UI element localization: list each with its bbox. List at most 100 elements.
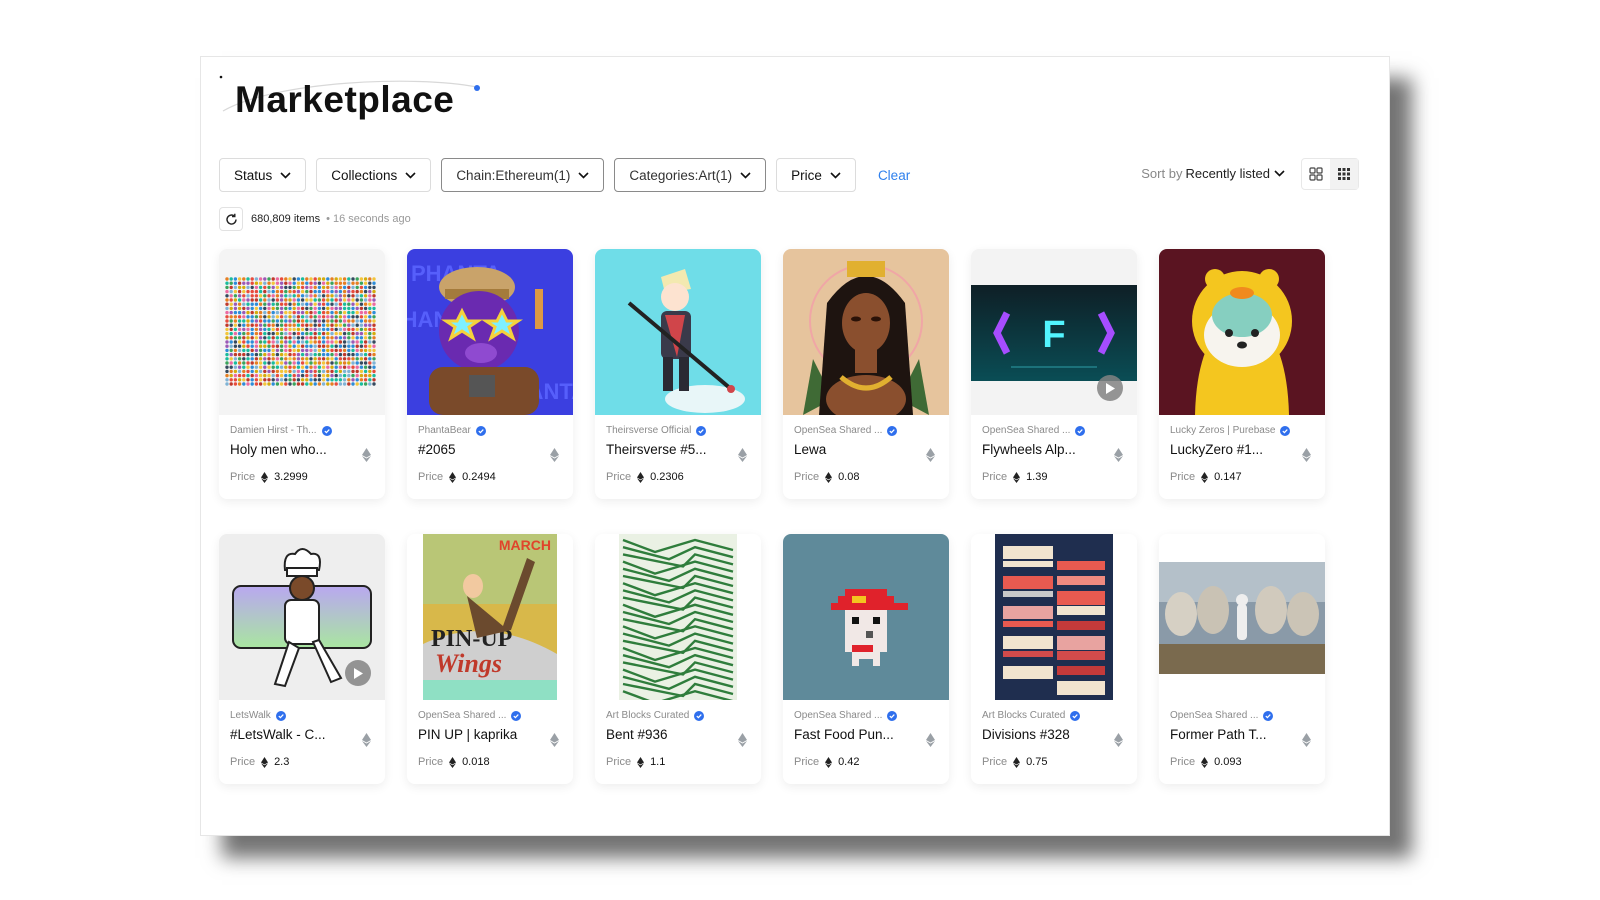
nft-image[interactable]	[219, 534, 385, 700]
nft-card-info: LetsWalk #LetsWalk - C... Price 2.3	[219, 700, 385, 784]
price-label: Price	[1170, 471, 1196, 483]
chevron-down-icon	[280, 171, 291, 179]
large-grid-view-button[interactable]	[1302, 159, 1330, 189]
price-value: 0.093	[1214, 756, 1242, 768]
eth-icon	[1302, 448, 1311, 462]
collection-name[interactable]: Art Blocks Curated	[606, 710, 751, 721]
nft-price: Price 1.1	[606, 756, 665, 768]
collection-name[interactable]: OpenSea Shared ...	[1170, 710, 1315, 721]
price-label: Price	[418, 471, 444, 483]
nft-card-info: OpenSea Shared ... PIN UP | kaprika Pric…	[407, 700, 573, 784]
nft-price: Price 0.018	[418, 756, 490, 768]
nft-name: Former Path T...	[1170, 727, 1267, 742]
verified-badge-icon	[1075, 425, 1086, 436]
price-value: 0.018	[462, 756, 490, 768]
collection-name[interactable]: OpenSea Shared ...	[794, 710, 939, 721]
price-value: 0.08	[838, 471, 860, 483]
nft-price: Price 1.39	[982, 471, 1047, 483]
verified-badge-icon	[475, 425, 486, 436]
collection-label: OpenSea Shared ...	[794, 710, 883, 721]
nft-card[interactable]: Theirsverse Official Theirsverse #5... P…	[595, 249, 761, 499]
verified-badge-icon	[275, 710, 286, 721]
verified-badge-icon	[694, 710, 705, 721]
play-button[interactable]	[345, 660, 371, 686]
nft-image[interactable]	[1159, 249, 1325, 415]
status-filter[interactable]: Status	[219, 158, 307, 192]
verified-badge-icon	[321, 425, 332, 436]
nft-image[interactable]	[595, 534, 761, 700]
nft-name: Flywheels Alp...	[982, 442, 1076, 457]
last-updated: • 16 seconds ago	[326, 213, 411, 225]
nft-card-info: Lucky Zeros | Purebase LuckyZero #1... P…	[1159, 415, 1325, 499]
collections-filter[interactable]: Collections	[316, 158, 432, 192]
price-label: Price	[1170, 756, 1196, 768]
collection-name[interactable]: Damien Hirst - Th...	[230, 425, 375, 436]
clear-filters-link[interactable]: Clear	[878, 168, 910, 183]
nft-card[interactable]: PHANTA PHANTA PHANTA PhantaBear #2065 Pr…	[407, 249, 573, 499]
play-icon	[354, 667, 363, 679]
nft-card-info: OpenSea Shared ... Fast Food Pun... Pric…	[783, 700, 949, 784]
collection-label: OpenSea Shared ...	[1170, 710, 1259, 721]
nft-image[interactable]	[219, 249, 385, 415]
nft-name: Divisions #328	[982, 727, 1070, 742]
nft-card[interactable]: OpenSea Shared ... Lewa Price 0.08	[783, 249, 949, 499]
collection-name[interactable]: OpenSea Shared ...	[982, 425, 1127, 436]
collection-name[interactable]: Art Blocks Curated	[982, 710, 1127, 721]
small-grid-view-button[interactable]	[1330, 159, 1358, 189]
nft-image[interactable]	[783, 249, 949, 415]
collection-name[interactable]: Lucky Zeros | Purebase	[1170, 425, 1315, 436]
nft-card[interactable]: OpenSea Shared ... Fast Food Pun... Pric…	[783, 534, 949, 784]
nft-card-info: OpenSea Shared ... Former Path T... Pric…	[1159, 700, 1325, 784]
price-value: 1.39	[1026, 471, 1048, 483]
small-grid-icon	[1338, 168, 1350, 180]
collection-name[interactable]: PhantaBear	[418, 425, 563, 436]
view-toggle	[1301, 158, 1359, 190]
nft-name: Bent #936	[606, 727, 668, 742]
collection-label: OpenSea Shared ...	[982, 425, 1071, 436]
collection-name[interactable]: LetsWalk	[230, 710, 375, 721]
play-button[interactable]	[1097, 375, 1123, 401]
nft-image[interactable]	[971, 534, 1137, 700]
nft-image[interactable]: PHANTA PHANTA PHANTA	[407, 249, 573, 415]
eth-icon	[738, 448, 747, 462]
results-status: 680,809 items • 16 seconds ago	[219, 207, 411, 231]
nft-image[interactable]: F	[971, 249, 1137, 415]
nft-card[interactable]: Damien Hirst - Th... Holy men who... Pri…	[219, 249, 385, 499]
page-title: Marketplace	[235, 79, 455, 120]
price-value: 2.3	[274, 756, 290, 768]
price-label: Price	[230, 756, 256, 768]
sort-label: Sort by	[1141, 166, 1183, 181]
nft-card[interactable]: OpenSea Shared ... Former Path T... Pric…	[1159, 534, 1325, 784]
nft-image[interactable]	[783, 534, 949, 700]
collection-label: OpenSea Shared ...	[794, 425, 883, 436]
nft-card[interactable]: Art Blocks Curated Divisions #328 Price …	[971, 534, 1137, 784]
nft-card[interactable]: Lucky Zeros | Purebase LuckyZero #1... P…	[1159, 249, 1325, 499]
collection-name[interactable]: OpenSea Shared ...	[418, 710, 563, 721]
nft-card[interactable]: Art Blocks Curated Bent #936 Price 1.1	[595, 534, 761, 784]
price-filter[interactable]: Price	[776, 158, 856, 192]
nft-card[interactable]: F OpenSea Shared ... Flywheels Alp... Pr…	[971, 249, 1137, 499]
nft-image[interactable]: MARCH PIN-UP Wings	[407, 534, 573, 700]
nft-card-info: OpenSea Shared ... Flywheels Alp... Pric…	[971, 415, 1137, 499]
collection-name[interactable]: OpenSea Shared ...	[794, 425, 939, 436]
eth-icon	[825, 756, 833, 768]
nft-image[interactable]	[1159, 534, 1325, 700]
verified-badge-icon	[1280, 425, 1291, 436]
item-count: 680,809 items	[251, 213, 321, 225]
svg-text:Wings: Wings	[435, 649, 502, 678]
chain-filter[interactable]: Chain:Ethereum(1)	[441, 158, 605, 192]
collection-label: Damien Hirst - Th...	[230, 425, 317, 436]
price-label: Price	[794, 756, 820, 768]
collection-name[interactable]: Theirsverse Official	[606, 425, 751, 436]
nft-card[interactable]: LetsWalk #LetsWalk - C... Price 2.3	[219, 534, 385, 784]
nft-card[interactable]: MARCH PIN-UP Wings OpenSea Shared ... PI…	[407, 534, 573, 784]
price-value: 0.75	[1026, 756, 1048, 768]
nft-name: PIN UP | kaprika	[418, 727, 518, 742]
eth-icon	[926, 448, 935, 462]
refresh-button[interactable]	[219, 207, 243, 231]
sort-dropdown[interactable]: Sort by Recently listed	[1141, 166, 1285, 181]
eth-icon	[449, 471, 457, 483]
chevron-down-icon	[1274, 170, 1285, 177]
categories-filter[interactable]: Categories:Art(1)	[614, 158, 767, 192]
nft-image[interactable]	[595, 249, 761, 415]
